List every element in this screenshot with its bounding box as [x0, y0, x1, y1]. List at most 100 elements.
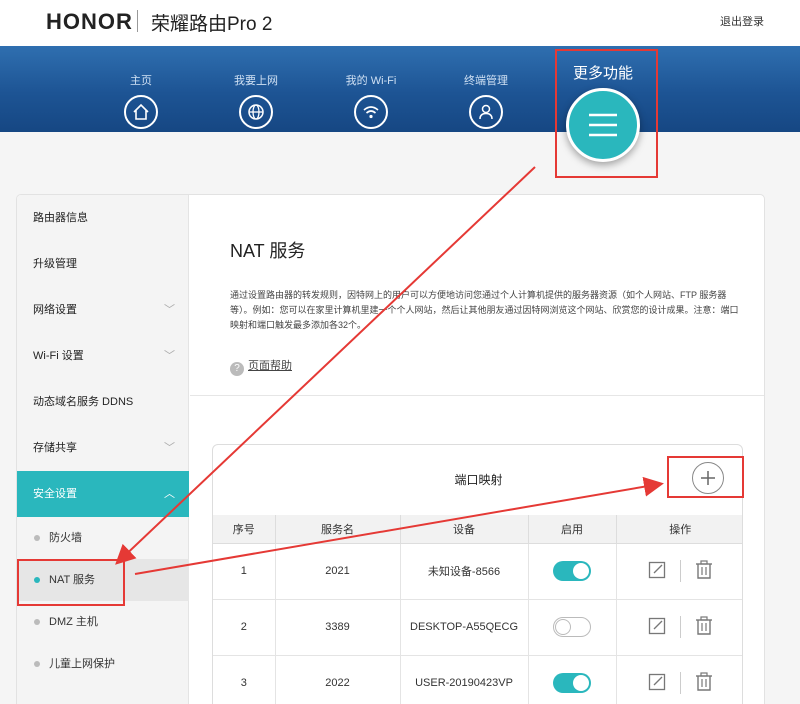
sidebar-item-label: 路由器信息	[33, 212, 88, 224]
row-device: 未知设备-8566	[399, 542, 529, 600]
sidebar-item-storage[interactable]: 存储共享 ﹀	[17, 425, 189, 471]
more-functions-button[interactable]	[566, 88, 640, 162]
enable-toggle[interactable]	[553, 617, 591, 637]
row-enabled-cell	[527, 654, 617, 704]
row-device: DESKTOP-A55QECG	[399, 598, 529, 656]
sidebar-subitem-label: 儿童上网保护	[49, 658, 115, 670]
toggle-knob	[573, 675, 589, 691]
row-service: 2021	[274, 542, 401, 600]
row-service: 3389	[274, 598, 401, 656]
more-functions-label: 更多功能	[572, 65, 633, 82]
sidebar-subitem-parental[interactable]: 儿童上网保护	[17, 643, 189, 685]
nav-devices-label: 终端管理	[464, 75, 508, 87]
bullet-icon	[34, 577, 40, 583]
sidebar-item-label: 升级管理	[33, 258, 77, 270]
table-row: 1 2021 未知设备-8566	[213, 542, 742, 600]
sidebar-item-label: 安全设置	[33, 488, 77, 500]
sidebar-subitem-dmz[interactable]: DMZ 主机	[17, 601, 189, 643]
action-divider	[679, 672, 681, 694]
product-name: 荣耀路由Pro 2	[151, 14, 273, 35]
sidebar-item-ddns[interactable]: 动态域名服务 DDNS	[17, 379, 189, 425]
user-icon	[469, 95, 503, 129]
sidebar-subitem-nat[interactable]: NAT 服务	[17, 559, 189, 601]
row-index: 1	[213, 542, 276, 600]
bullet-icon	[34, 619, 40, 625]
chevron-down-icon: ﹀	[164, 350, 175, 362]
nav-devices[interactable]: 终端管理	[436, 46, 536, 129]
port-mapping-card: 端口映射 序号 服务名 设备 启用 操作 1 2021 未知设备-8566 2 3389…	[212, 444, 743, 704]
nav-wifi-label: 我的 Wi-Fi	[345, 75, 397, 87]
trash-icon[interactable]	[695, 671, 713, 695]
sidebar-item-security[interactable]: 安全设置 ︿	[17, 471, 189, 517]
row-index: 3	[213, 654, 276, 704]
sidebar: 路由器信息 升级管理 网络设置 ﹀ Wi-Fi 设置 ﹀ 动态域名服务 DDNS 存…	[17, 195, 189, 704]
add-rule-button[interactable]	[692, 462, 724, 494]
menu-icon	[589, 113, 617, 137]
row-service: 2022	[274, 654, 401, 704]
table-header-row: 序号 服务名 设备 启用 操作	[213, 515, 742, 544]
action-divider	[679, 560, 681, 582]
column-header: 序号	[213, 515, 276, 544]
sidebar-item-label: 网络设置	[33, 304, 77, 316]
column-header: 启用	[527, 515, 617, 544]
sidebar-subitem-label: DMZ 主机	[49, 616, 98, 628]
row-actions-cell	[615, 542, 742, 600]
home-icon	[124, 95, 158, 129]
row-actions-cell	[615, 598, 742, 656]
sidebar-item-network[interactable]: 网络设置 ﹀	[17, 287, 189, 333]
globe-icon	[239, 95, 273, 129]
sidebar-item-label: Wi-Fi 设置	[33, 350, 84, 362]
nav-home[interactable]: 主页	[91, 46, 191, 129]
toggle-knob	[573, 563, 589, 579]
sidebar-item-label: 动态域名服务 DDNS	[33, 396, 134, 408]
edit-icon[interactable]	[648, 673, 666, 694]
top-bar: HONOR 荣耀路由Pro 2 退出登录	[0, 0, 800, 46]
port-mapping-table: 序号 服务名 设备 启用 操作 1 2021 未知设备-8566 2 3389 DESKT…	[213, 515, 742, 704]
enable-toggle[interactable]	[553, 561, 591, 581]
brand-divider	[137, 10, 138, 32]
column-header: 操作	[615, 515, 742, 544]
bullet-icon	[34, 535, 40, 541]
edit-icon[interactable]	[648, 561, 666, 582]
nav-wifi[interactable]: 我的 Wi-Fi	[321, 46, 421, 129]
question-icon: ?	[230, 362, 244, 376]
sidebar-subitem-label: NAT 服务	[49, 574, 96, 586]
card-title: 端口映射	[454, 473, 503, 487]
enable-toggle[interactable]	[553, 673, 591, 693]
nav-internet[interactable]: 我要上网	[206, 46, 306, 129]
page-description: 通过设置路由器的转发规则，因特网上的用户可以方便地访问您通过个人计算机提供的服务…	[230, 290, 739, 330]
row-actions-cell	[615, 654, 742, 704]
sidebar-item-label: 存储共享	[33, 442, 77, 454]
sidebar-subitem-firewall[interactable]: 防火墙	[17, 517, 189, 559]
content-area: NAT 服务 通过设置路由器的转发规则，因特网上的用户可以方便地访问您通过个人计…	[190, 195, 764, 704]
page-title: NAT 服务	[230, 241, 306, 261]
column-header: 设备	[399, 515, 529, 544]
brand-logo: HONOR	[46, 9, 133, 34]
main-nav: 主页 我要上网 我的 Wi-Fi 终端管理	[0, 46, 800, 132]
bullet-icon	[34, 661, 40, 667]
help-link[interactable]: ? 页面帮助	[230, 357, 292, 376]
trash-icon[interactable]	[695, 615, 713, 639]
column-header: 服务名	[274, 515, 401, 544]
sidebar-item-wifi[interactable]: Wi-Fi 设置 ﹀	[17, 333, 189, 379]
action-divider	[679, 616, 681, 638]
help-link-label: 页面帮助	[248, 360, 292, 372]
chevron-down-icon: ﹀	[164, 304, 175, 316]
table-row: 2 3389 DESKTOP-A55QECG	[213, 598, 742, 656]
sidebar-subitem-label: 防火墙	[49, 532, 82, 544]
wifi-icon	[354, 95, 388, 129]
logout-link[interactable]: 退出登录	[720, 13, 764, 29]
plus-icon	[701, 471, 715, 485]
main-panel: 路由器信息 升级管理 网络设置 ﹀ Wi-Fi 设置 ﹀ 动态域名服务 DDNS 存…	[16, 194, 765, 704]
divider	[190, 395, 764, 396]
row-device: USER-20190423VP	[399, 654, 529, 704]
edit-icon[interactable]	[648, 617, 666, 638]
sidebar-item-upgrade[interactable]: 升级管理	[17, 241, 189, 287]
toggle-knob	[555, 619, 571, 635]
chevron-up-icon: ︿	[164, 488, 175, 500]
row-enabled-cell	[527, 542, 617, 600]
nav-home-label: 主页	[130, 75, 152, 87]
table-row: 3 2022 USER-20190423VP	[213, 654, 742, 704]
trash-icon[interactable]	[695, 559, 713, 583]
sidebar-item-router-info[interactable]: 路由器信息	[17, 195, 189, 241]
